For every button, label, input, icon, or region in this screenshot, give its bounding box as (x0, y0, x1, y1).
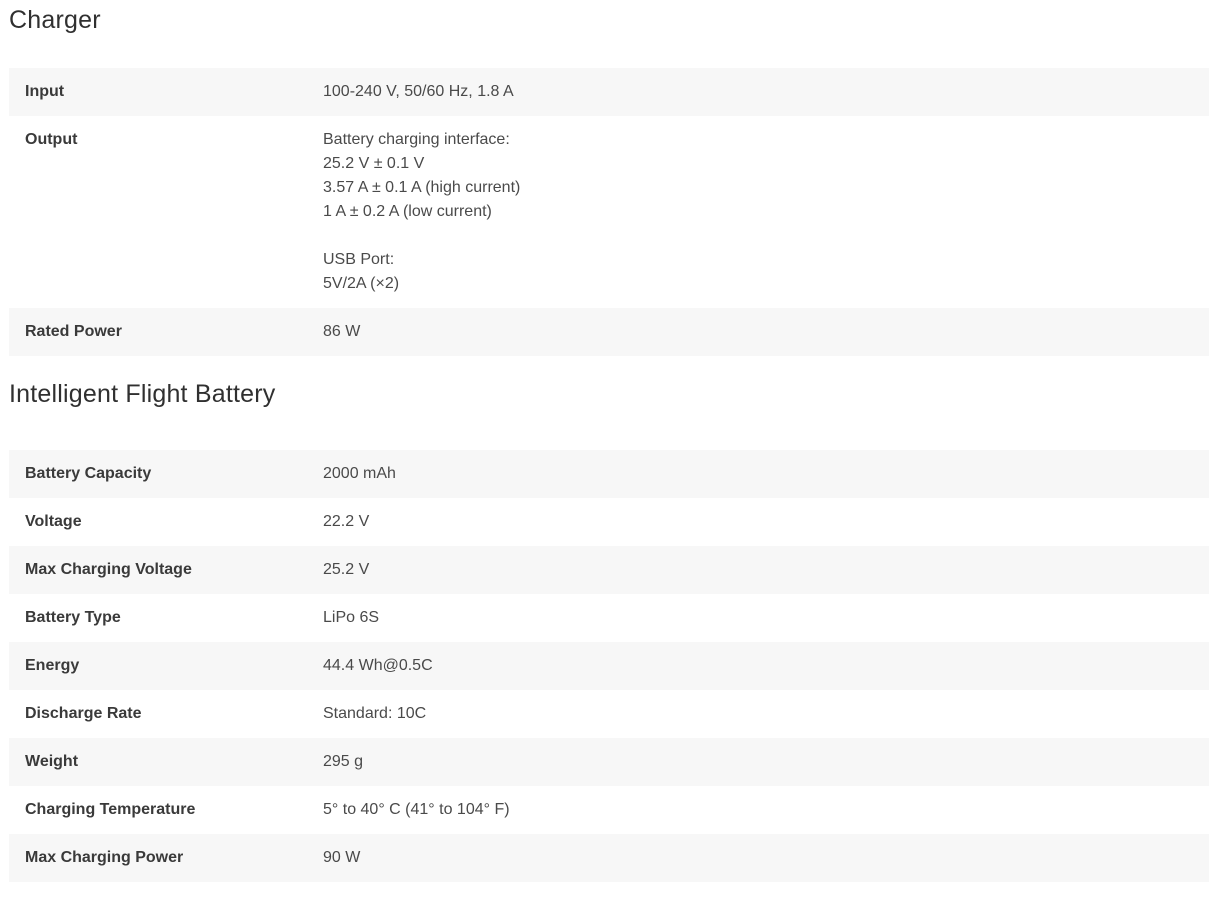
spec-label: Voltage (9, 498, 323, 546)
spec-label: Weight (9, 738, 323, 786)
spec-value-line: Battery charging interface: (323, 131, 510, 148)
spec-row: Rated Power 86 W (9, 308, 1209, 356)
spec-label-text: Battery Type (25, 609, 121, 626)
section-title-charger: Charger (9, 6, 101, 34)
spec-value: 22.2 V (323, 498, 1209, 546)
spec-label: Battery Capacity (9, 450, 323, 498)
spec-value-line: 5V/2A (×2) (323, 275, 400, 292)
spec-label-text: Battery Capacity (25, 465, 152, 482)
spec-value-line: 5° to 40° C (41° to 104° F) (323, 801, 510, 818)
spec-label-text: Max Charging Power (25, 849, 184, 866)
spec-row: Charging Temperature 5° to 40° C (41° to … (9, 786, 1209, 834)
spec-value-line: 86 W (323, 323, 361, 340)
spec-value-line: 22.2 V (323, 513, 370, 530)
spec-value-lines: 86 W (323, 308, 1209, 356)
spec-label-text: Charging Temperature (25, 801, 196, 818)
spec-value-line (323, 224, 1209, 248)
spec-label: Input (9, 68, 323, 116)
spec-label: Energy (9, 642, 323, 690)
spec-row: Input 100-240 V, 50/60 Hz, 1.8 A (9, 68, 1209, 116)
spec-value-line: LiPo 6S (323, 609, 380, 626)
spec-label: Charging Temperature (9, 786, 323, 834)
spec-row: Max Charging Voltage 25.2 V (9, 546, 1209, 594)
spec-value-line: 25.2 V (323, 561, 370, 578)
spec-value-lines: 25.2 V (323, 546, 1209, 594)
spec-value: Standard: 10C (323, 690, 1209, 738)
spec-value-line: 1 A ± 0.2 A (low current) (323, 203, 492, 220)
section-title-battery: Intelligent Flight Battery (9, 380, 276, 408)
spec-value-line: 2000 mAh (323, 465, 396, 482)
spec-value: Battery charging interface: 25.2 V ± 0.1 … (323, 116, 1209, 308)
spec-label-text: Output (25, 131, 78, 148)
spec-value: 2000 mAh (323, 450, 1209, 498)
spec-value-lines: 2000 mAh (323, 450, 1209, 498)
spec-row: Max Charging Power 90 W (9, 834, 1209, 882)
spec-row: Weight 295 g (9, 738, 1209, 786)
spec-label: Discharge Rate (9, 690, 323, 738)
spec-value-lines: 295 g (323, 738, 1209, 786)
spec-label-text: Rated Power (25, 323, 122, 340)
spec-row: Battery Capacity 2000 mAh (9, 450, 1209, 498)
spec-label-text: Input (25, 83, 65, 100)
spec-row: Battery Type LiPo 6S (9, 594, 1209, 642)
spec-label-text: Voltage (25, 513, 82, 530)
spec-value-line: USB Port: (323, 251, 395, 268)
spec-label: Max Charging Power (9, 834, 323, 882)
spec-value: 44.4 Wh@0.5C (323, 642, 1209, 690)
spec-value-lines: Standard: 10C (323, 690, 1209, 738)
spec-value-line: 25.2 V ± 0.1 V (323, 155, 425, 172)
spec-label: Max Charging Voltage (9, 546, 323, 594)
spec-value: 295 g (323, 738, 1209, 786)
spec-row: Output Battery charging interface: 25.2 V … (9, 116, 1209, 308)
charger-spec-table: Input 100-240 V, 50/60 Hz, 1.8 A Output Bat… (9, 68, 1209, 356)
spec-row: Discharge Rate Standard: 10C (9, 690, 1209, 738)
spec-value-line: 295 g (323, 753, 364, 770)
specs-page: Charger Input 100-240 V, 50/60 Hz, 1.8 A O… (0, 0, 1222, 882)
spec-value-line: 90 W (323, 849, 361, 866)
spec-value-lines: LiPo 6S (323, 594, 1209, 642)
spec-label-text: Discharge Rate (25, 705, 142, 722)
spec-value-lines: 90 W (323, 834, 1209, 882)
spec-value-lines: 22.2 V (323, 498, 1209, 546)
spec-row: Energy 44.4 Wh@0.5C (9, 642, 1209, 690)
spec-label: Output (9, 116, 323, 308)
spec-value: 86 W (323, 308, 1209, 356)
spec-value-line: 100-240 V, 50/60 Hz, 1.8 A (323, 83, 514, 100)
spec-label-text: Energy (25, 657, 80, 674)
spec-value-lines: Battery charging interface: 25.2 V ± 0.1 … (323, 116, 1209, 308)
spec-value-lines: 44.4 Wh@0.5C (323, 642, 1209, 690)
spec-value: 100-240 V, 50/60 Hz, 1.8 A (323, 68, 1209, 116)
spec-value: 5° to 40° C (41° to 104° F) (323, 786, 1209, 834)
battery-spec-table: Battery Capacity 2000 mAh Voltage 22.2 V Max… (9, 450, 1209, 882)
spec-value: LiPo 6S (323, 594, 1209, 642)
spec-label-text: Max Charging Voltage (25, 561, 192, 578)
spec-row: Voltage 22.2 V (9, 498, 1209, 546)
spec-value-lines: 100-240 V, 50/60 Hz, 1.8 A (323, 68, 1209, 116)
spec-value-lines: 5° to 40° C (41° to 104° F) (323, 786, 1209, 834)
spec-label-text: Weight (25, 753, 79, 770)
spec-value: 25.2 V (323, 546, 1209, 594)
spec-value-line: Standard: 10C (323, 705, 427, 722)
spec-label: Battery Type (9, 594, 323, 642)
spec-value-line: 3.57 A ± 0.1 A (high current) (323, 179, 521, 196)
spec-value: 90 W (323, 834, 1209, 882)
spec-label: Rated Power (9, 308, 323, 356)
spec-value-line: 44.4 Wh@0.5C (323, 657, 433, 674)
